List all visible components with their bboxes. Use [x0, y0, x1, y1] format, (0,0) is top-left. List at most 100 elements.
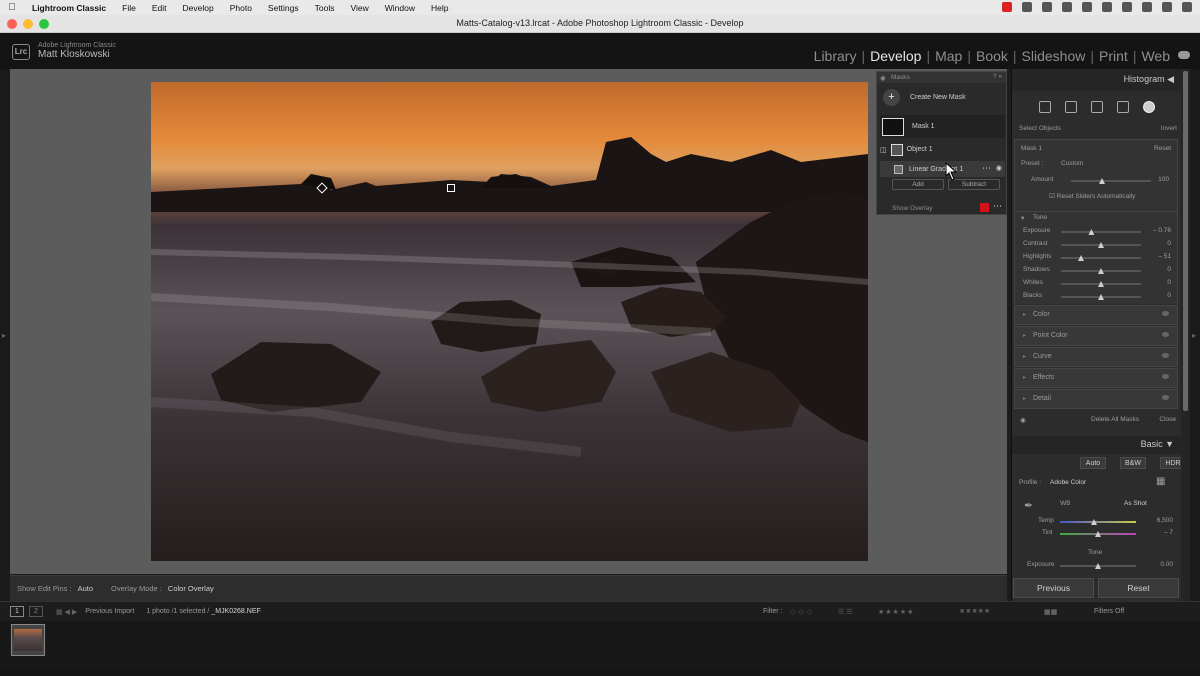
filmstrip-thumbnail[interactable] — [11, 624, 45, 656]
mask-footer-eye-icon[interactable]: ◉ — [1020, 416, 1026, 424]
triangle-icon[interactable] — [1022, 2, 1032, 12]
bottom-panel-toggle[interactable] — [0, 667, 1200, 676]
photo-canvas[interactable] — [10, 69, 1007, 574]
left-panel-collapsed[interactable]: ▸ — [0, 69, 10, 601]
highlights-value[interactable]: – 51 — [1158, 253, 1171, 260]
eyedropper-icon[interactable]: ✒ — [1024, 499, 1033, 512]
edit-pins-dropdown[interactable]: Auto — [78, 584, 93, 593]
cloud-sync-icon[interactable] — [1042, 2, 1052, 12]
right-edge-strip[interactable]: ▸ — [1190, 69, 1200, 601]
reset-sliders-checkbox[interactable]: ☑ Reset Sliders Automatically — [1049, 192, 1135, 200]
shadows-value[interactable]: 0 — [1167, 266, 1171, 273]
star-rating-filter[interactable]: ★★★★★ — [878, 608, 914, 616]
visibility-eye-icon[interactable]: ◉ — [996, 164, 1002, 172]
create-new-mask-button[interactable]: + Create New Mask — [883, 89, 966, 106]
highlights-slider[interactable] — [1061, 257, 1141, 259]
flag-filter-icons[interactable]: ◇◇◇ — [790, 608, 815, 616]
auto-button[interactable]: Auto — [1080, 457, 1106, 469]
menu-edit[interactable]: Edit — [144, 3, 175, 13]
overlay-mode-dropdown[interactable]: Color Overlay — [168, 584, 214, 593]
siri-icon[interactable] — [1182, 2, 1192, 12]
section-detail[interactable]: ▸ Detail — [1014, 389, 1178, 409]
amount-slider[interactable] — [1071, 180, 1151, 182]
menu-app[interactable]: Lightroom Classic — [24, 3, 114, 13]
edit-pin-linear-gradient[interactable] — [447, 184, 455, 192]
menu-tools[interactable]: Tools — [307, 3, 343, 13]
more-options-icon[interactable]: ⋯ — [982, 163, 991, 174]
module-library[interactable]: Library — [814, 48, 857, 64]
mask-1-item[interactable]: Mask 1 — [880, 115, 1005, 138]
profile-dropdown[interactable]: Adobe Color — [1050, 479, 1086, 486]
section-effects-eye-icon[interactable] — [1162, 374, 1169, 379]
window-2-button[interactable]: 2 — [29, 606, 43, 617]
masks-panel-controls[interactable]: ? » — [993, 73, 1002, 80]
healing-icon[interactable] — [1091, 101, 1103, 113]
module-map[interactable]: Map — [935, 48, 962, 64]
menu-file[interactable]: File — [114, 3, 144, 13]
basic-header[interactable]: Basic ▼ — [1012, 436, 1182, 454]
grid-nav-icons[interactable]: ▦ ◀ ▶ — [56, 608, 77, 616]
menu-view[interactable]: View — [342, 3, 376, 13]
battery-icon[interactable] — [1142, 2, 1152, 12]
module-book[interactable]: Book — [976, 48, 1008, 64]
exposure-slider[interactable] — [1061, 231, 1141, 233]
reset-button[interactable]: Reset — [1098, 578, 1179, 598]
menu-develop[interactable]: Develop — [175, 3, 222, 13]
tint-value[interactable]: – 7 — [1164, 529, 1173, 536]
delete-all-masks-button[interactable]: Delete All Masks — [1091, 416, 1139, 423]
masks-visibility-icon[interactable]: ◉ — [880, 74, 886, 82]
section-point-color[interactable]: ▸ Point Color — [1014, 326, 1178, 346]
screen-icon[interactable] — [1062, 2, 1072, 12]
module-print[interactable]: Print — [1099, 48, 1128, 64]
filters-dropdown[interactable]: Filters Off — [1094, 608, 1174, 615]
crop-icon[interactable] — [1065, 101, 1077, 113]
apple-icon[interactable]:  — [0, 2, 24, 13]
tone-collapse-icon[interactable]: ▾ — [1021, 214, 1024, 222]
dropbox-icon[interactable] — [1102, 2, 1112, 12]
basic-exposure-value[interactable]: 0.00 — [1160, 561, 1173, 568]
whites-value[interactable]: 0 — [1167, 279, 1171, 286]
menu-photo[interactable]: Photo — [222, 3, 260, 13]
play-icon[interactable] — [1082, 2, 1092, 12]
wb-dropdown[interactable]: As Shot — [1124, 500, 1147, 507]
wifi-icon[interactable] — [1122, 2, 1132, 12]
masking-icon[interactable] — [1143, 101, 1155, 113]
section-color-eye-icon[interactable] — [1162, 311, 1169, 316]
close-masks-button[interactable]: Close — [1159, 416, 1176, 423]
edit-sliders-icon[interactable] — [1039, 101, 1051, 113]
layout-toggle-icons[interactable]: ▦▦ — [1044, 608, 1057, 616]
show-overlay-row[interactable]: Show Overlay ⋯ — [880, 201, 1005, 214]
scrollbar-thumb[interactable] — [1183, 71, 1188, 411]
menu-settings[interactable]: Settings — [260, 3, 307, 13]
add-button[interactable]: Add — [892, 179, 944, 190]
photo-preview[interactable] — [151, 82, 868, 561]
module-develop[interactable]: Develop — [870, 48, 921, 64]
filename-label[interactable]: _MJK0268.NEF — [211, 608, 260, 615]
invert-checkbox[interactable]: Invert — [1161, 125, 1177, 132]
preset-dropdown[interactable]: Custom — [1061, 160, 1083, 167]
blacks-value[interactable]: 0 — [1167, 292, 1171, 299]
section-curve[interactable]: ▸ Curve — [1014, 347, 1178, 367]
profile-browser-icon[interactable]: ▦ — [1156, 476, 1165, 487]
plus-icon[interactable]: + — [883, 89, 900, 106]
source-label[interactable]: Previous Import — [85, 608, 134, 615]
contrast-value[interactable]: 0 — [1167, 240, 1171, 247]
search-icon[interactable] — [1162, 2, 1172, 12]
menu-help[interactable]: Help — [423, 3, 456, 13]
cloud-icon[interactable] — [1178, 51, 1190, 59]
previous-button[interactable]: Previous — [1013, 578, 1094, 598]
module-slideshow[interactable]: Slideshow — [1022, 48, 1086, 64]
section-color[interactable]: ▸ Color — [1014, 305, 1178, 325]
histogram-header[interactable]: Histogram ◀ — [1012, 69, 1182, 91]
red-eye-icon[interactable] — [1117, 101, 1129, 113]
temp-value[interactable]: 6,500 — [1157, 517, 1173, 524]
overlay-options-icon[interactable]: ⋯ — [993, 201, 1002, 212]
bw-button[interactable]: B&W — [1120, 457, 1146, 469]
overlay-color-swatch[interactable] — [980, 203, 989, 212]
section-effects[interactable]: ▸ Effects — [1014, 368, 1178, 388]
mask-reset-button[interactable]: Reset — [1154, 145, 1171, 152]
object-1-item[interactable]: ◫ Object 1 — [880, 142, 1005, 157]
section-curve-eye-icon[interactable] — [1162, 353, 1169, 358]
expand-right-arrow-icon[interactable]: ▸ — [1192, 331, 1196, 340]
section-detail-eye-icon[interactable] — [1162, 395, 1169, 400]
